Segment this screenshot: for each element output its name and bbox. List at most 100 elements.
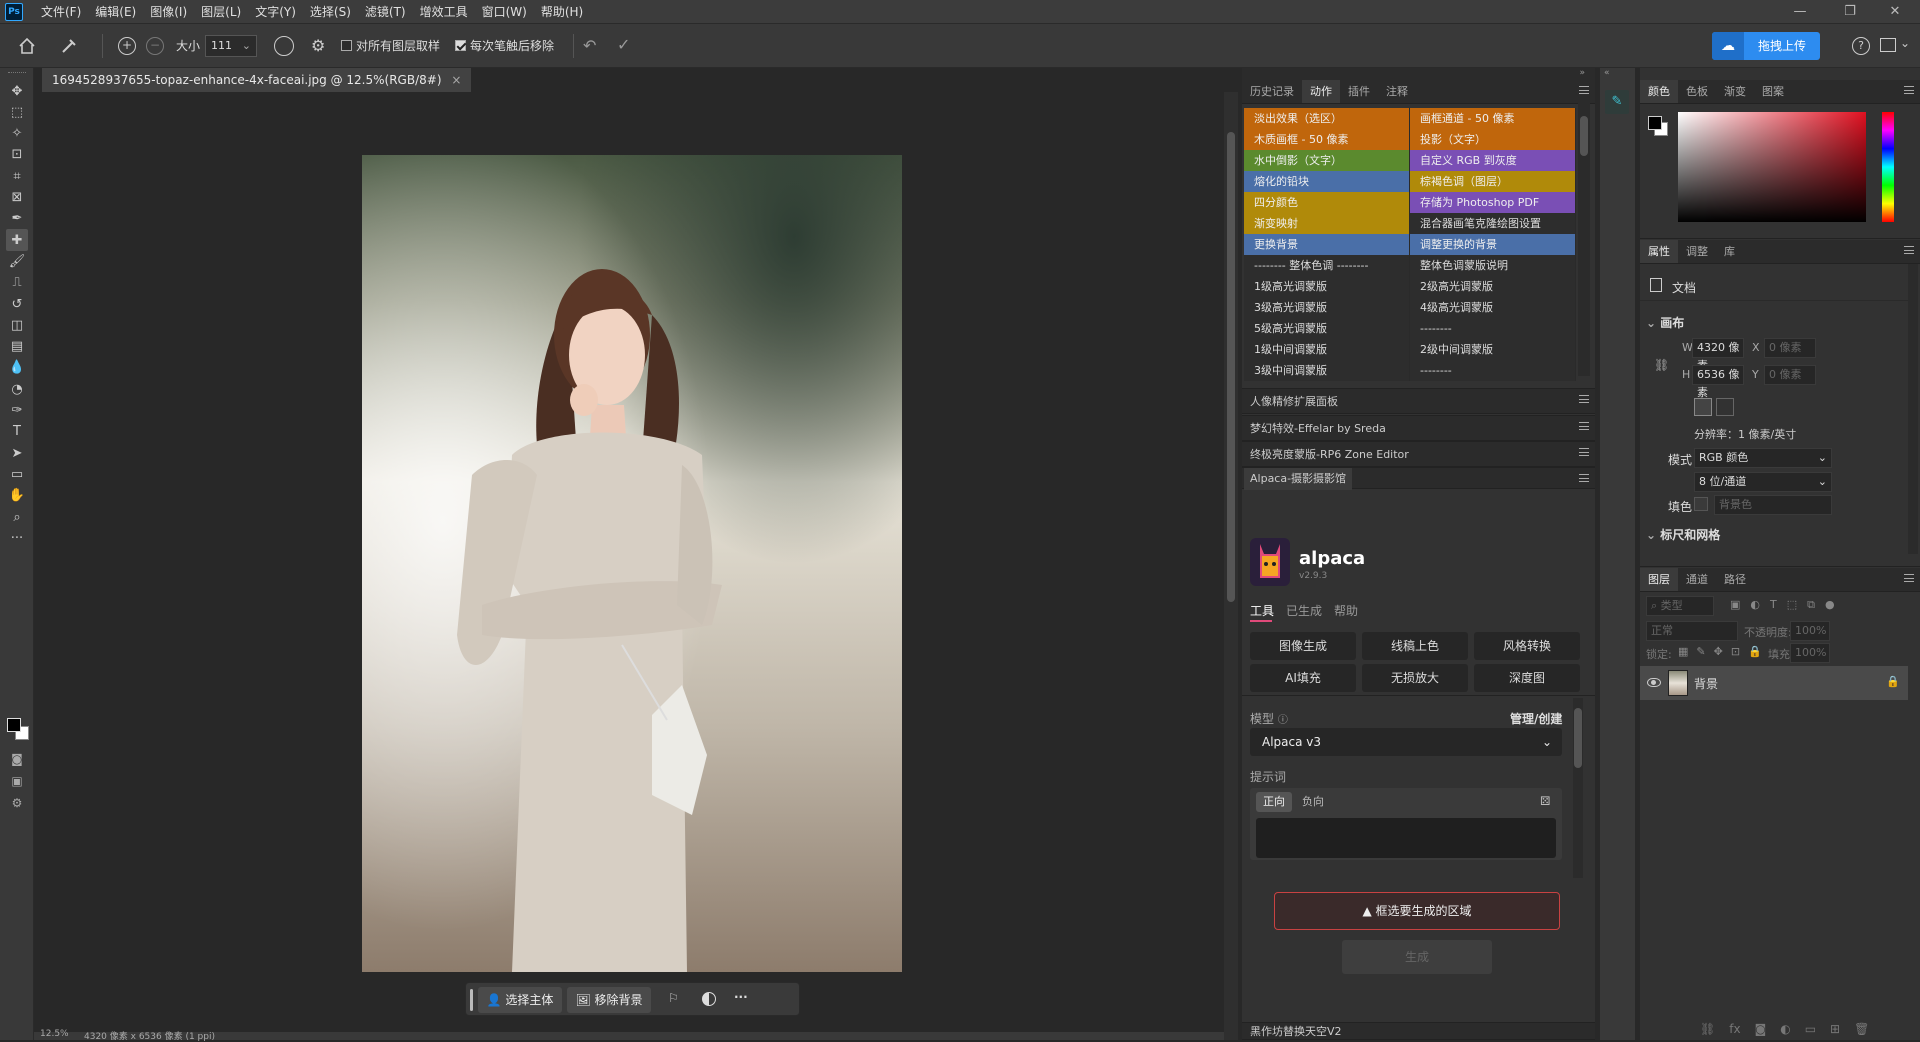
select-subject-button[interactable]: 👤 选择主体 xyxy=(478,987,562,1013)
chevron-down-icon[interactable]: ⌄ xyxy=(1900,36,1910,50)
width-input[interactable]: 4320 像素 xyxy=(1692,338,1744,372)
bit-depth-select[interactable]: 8 位/通道 ⌄ xyxy=(1694,472,1832,492)
panel-menu-icon[interactable] xyxy=(1904,86,1914,94)
portrait-orientation-icon[interactable] xyxy=(1694,398,1712,416)
alpaca-tool-button[interactable]: 线稿上色 xyxy=(1362,632,1468,660)
panel-tab[interactable]: 图层 xyxy=(1640,568,1678,591)
opacity-input[interactable]: 100% xyxy=(1790,621,1830,641)
hand-tool-icon[interactable]: ✋ xyxy=(6,485,28,507)
upload-button[interactable]: ☁ 拖拽上传 xyxy=(1712,32,1820,60)
alpaca-tab[interactable]: 工具 xyxy=(1250,602,1274,619)
document-image[interactable] xyxy=(362,155,902,972)
action-button[interactable]: 水中倒影（文字） xyxy=(1244,150,1410,171)
generate-button[interactable]: 生成 xyxy=(1342,940,1492,974)
collapse-panels-icon[interactable]: » xyxy=(1242,68,1595,80)
gradient-tool-icon[interactable]: ▤ xyxy=(6,336,28,358)
scrollbar-thumb[interactable] xyxy=(1580,116,1588,156)
lock-artboard-icon[interactable]: ⊡ xyxy=(1731,645,1740,658)
panel-tab[interactable]: 历史记录 xyxy=(1242,80,1302,103)
action-button[interactable]: -------- xyxy=(1410,318,1576,339)
lock-position-icon[interactable]: ✥ xyxy=(1714,645,1723,658)
alpaca-tool-button[interactable]: 图像生成 xyxy=(1250,632,1356,660)
expand-icon[interactable]: « xyxy=(1604,68,1610,78)
eyedropper-tool-icon[interactable]: ✒ xyxy=(6,208,28,230)
y-input[interactable]: 0 像素 xyxy=(1764,365,1816,385)
action-button[interactable]: 画框通道 - 50 像素 xyxy=(1410,108,1576,129)
layer-row[interactable]: 背景 🔒 xyxy=(1640,666,1908,700)
fill-select[interactable]: 背景色 xyxy=(1714,495,1832,515)
blend-mode-select[interactable]: 正常 xyxy=(1646,621,1738,641)
action-button[interactable]: 5级高光调蒙版 xyxy=(1244,318,1410,339)
action-button[interactable]: 1级中间调蒙版 xyxy=(1244,339,1410,360)
action-button[interactable]: 3级高光调蒙版 xyxy=(1244,297,1410,318)
prompt-input[interactable] xyxy=(1256,818,1556,858)
blur-tool-icon[interactable]: 💧 xyxy=(6,357,28,379)
minimize-icon[interactable]: — xyxy=(1780,0,1820,24)
close-icon[interactable]: ✕ xyxy=(1875,0,1915,24)
action-button[interactable]: -------- 整体色调 -------- xyxy=(1244,255,1410,276)
smart-filter-icon[interactable]: ⧉ xyxy=(1807,598,1815,612)
actions-scrollbar[interactable] xyxy=(1578,96,1590,376)
action-button[interactable]: 3级中间调蒙版 xyxy=(1244,360,1410,381)
image-filter-icon[interactable]: ▣ xyxy=(1730,598,1740,612)
canvas-section[interactable]: ⌄ 画布 xyxy=(1646,314,1684,331)
screen-mode-icon[interactable]: ▣ xyxy=(6,770,28,792)
layer-fill-input[interactable]: 100% xyxy=(1790,643,1830,663)
panel-menu-icon[interactable] xyxy=(1579,422,1589,430)
frame-tool-icon[interactable]: ⊠ xyxy=(6,187,28,209)
sky-replace-panel[interactable]: 黑作坊替换天空V2 xyxy=(1242,1022,1595,1040)
panel-menu-icon[interactable] xyxy=(1579,395,1589,403)
fx-icon[interactable]: fx xyxy=(1729,1022,1740,1036)
maximize-icon[interactable]: ❐ xyxy=(1830,0,1870,24)
rectangle-tool-icon[interactable]: ▭ xyxy=(6,463,28,485)
marquee-tool-icon[interactable]: ⬚ xyxy=(6,101,28,123)
collapsed-panel[interactable]: 人像精修扩展面板 xyxy=(1242,388,1595,414)
menu-item[interactable]: 编辑(E) xyxy=(88,0,143,24)
panel-tab[interactable]: 库 xyxy=(1716,240,1743,263)
menu-item[interactable]: 文字(Y) xyxy=(248,0,303,24)
action-button[interactable]: 整体色调蒙版说明 xyxy=(1410,255,1576,276)
delete-layer-icon[interactable]: 🗑 xyxy=(1854,1022,1869,1036)
subtract-mode-icon[interactable]: − xyxy=(146,37,164,55)
mode-select[interactable]: RGB 颜色 ⌄ xyxy=(1694,448,1832,468)
plugin-icon[interactable]: ✎ xyxy=(1605,90,1629,114)
sample-all-layers[interactable]: 对所有图层取样 xyxy=(341,34,440,58)
alpaca-tool-button[interactable]: AI填充 xyxy=(1250,664,1356,692)
panel-tab[interactable]: 动作 xyxy=(1302,80,1340,103)
menu-item[interactable]: 滤镜(T) xyxy=(358,0,413,24)
document-info[interactable]: 4320 像素 x 6536 像素 (1 ppi) xyxy=(84,1029,215,1042)
alpaca-tool-button[interactable]: 无损放大 xyxy=(1362,664,1468,692)
move-tool-icon[interactable]: ✥ xyxy=(6,80,28,102)
zoom-level[interactable]: 12.5% xyxy=(40,1029,69,1039)
layer-name[interactable]: 背景 xyxy=(1694,675,1718,692)
action-button[interactable]: 存储为 Photoshop PDF xyxy=(1410,192,1576,213)
add-mask-icon[interactable]: ◙ xyxy=(1755,1022,1767,1036)
alpaca-tab[interactable]: 帮助 xyxy=(1334,602,1358,619)
remove-after-checkbox[interactable] xyxy=(455,40,466,51)
alpaca-tab[interactable]: 已生成 xyxy=(1286,602,1322,619)
menu-item[interactable]: 选择(S) xyxy=(303,0,358,24)
menu-item[interactable]: 图像(I) xyxy=(143,0,194,24)
panel-tab[interactable]: 路径 xyxy=(1716,568,1754,591)
remove-background-button[interactable]: 🖼 移除背景 xyxy=(567,987,651,1013)
menu-item[interactable]: 增效工具 xyxy=(413,0,475,24)
action-button[interactable]: 混合器画笔克隆绘图设置 xyxy=(1410,213,1576,234)
dodge-tool-icon[interactable]: ◔ xyxy=(6,378,28,400)
adjust-icon[interactable] xyxy=(702,992,716,1006)
panel-tab[interactable]: 注释 xyxy=(1378,80,1416,103)
hue-slider[interactable] xyxy=(1882,112,1894,222)
action-button[interactable]: 4级高光调蒙版 xyxy=(1410,297,1576,318)
clone-stamp-tool-icon[interactable]: ⎍ xyxy=(6,272,28,294)
properties-scrollbar[interactable] xyxy=(1908,264,1918,554)
scrollbar-thumb[interactable] xyxy=(1227,132,1235,602)
menu-item[interactable]: 窗口(W) xyxy=(475,0,534,24)
panel-tab[interactable]: 颜色 xyxy=(1640,80,1678,103)
lock-paint-icon[interactable]: ✎ xyxy=(1696,645,1705,658)
lock-all-icon[interactable]: 🔒 xyxy=(1748,645,1762,658)
quick-select-tool-icon[interactable]: ✧ xyxy=(6,123,28,145)
manage-create-link[interactable]: 管理/创建 xyxy=(1510,710,1562,727)
remove-after-stroke[interactable]: 每次笔触后移除 xyxy=(455,34,554,58)
adjustment-layer-icon[interactable]: ◐ xyxy=(1780,1022,1790,1036)
commit-icon[interactable]: ✓ xyxy=(617,35,630,54)
action-button[interactable]: 木质画框 - 50 像素 xyxy=(1244,129,1410,150)
